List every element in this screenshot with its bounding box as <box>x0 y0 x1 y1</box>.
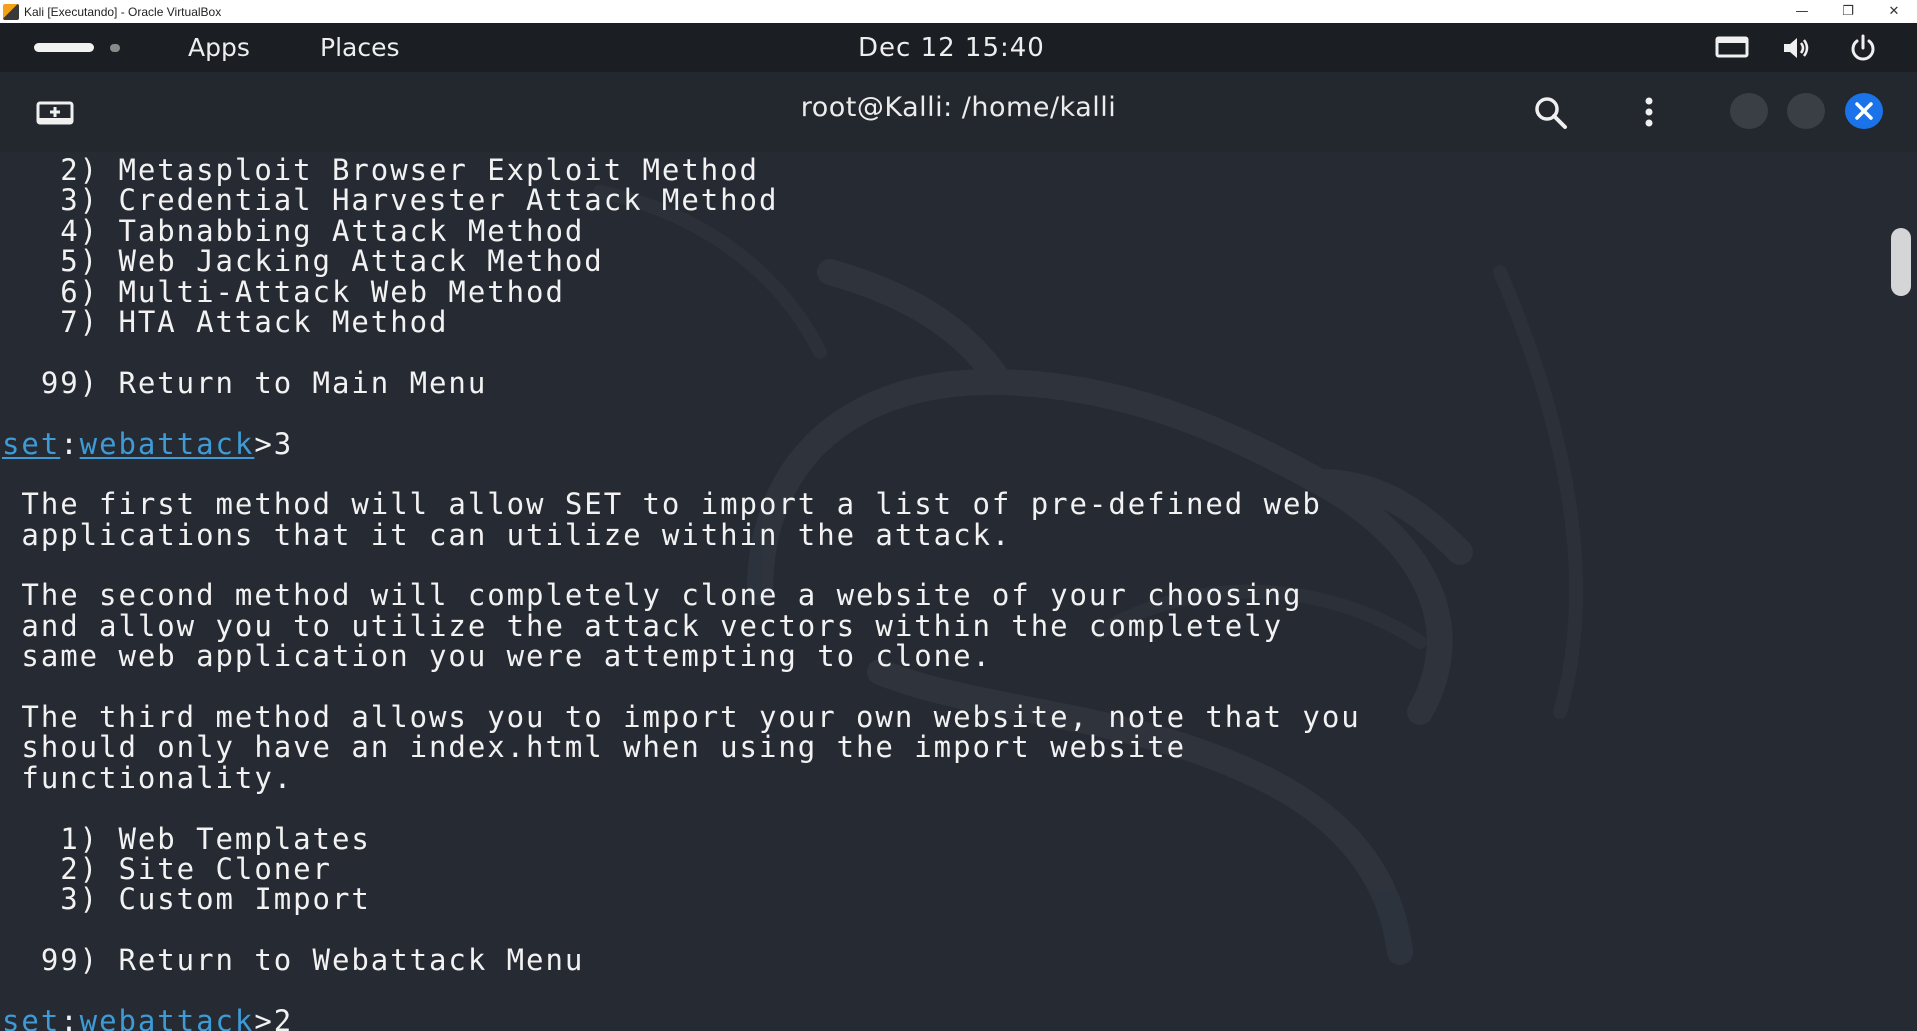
prompt-module-label: webattack <box>79 426 255 461</box>
close-button[interactable] <box>1845 93 1883 129</box>
terminal-output-line: 99) Return to Main Menu <box>2 365 488 400</box>
terminal-output-line: applications that it can utilize within … <box>2 517 1012 552</box>
host-minimize-button[interactable]: — <box>1779 0 1825 23</box>
display-icon[interactable] <box>1715 33 1749 63</box>
places-menu[interactable]: Places <box>320 32 400 64</box>
terminal-output-line: 99) Return to Webattack Menu <box>2 943 585 978</box>
workspace-indicator[interactable] <box>110 44 120 52</box>
terminal-output: 2) Metasploit Browser Exploit Method 3) … <box>2 155 1361 1031</box>
terminal-prompt-line: set:webattack>3 <box>2 426 1361 461</box>
maximize-button[interactable] <box>1787 93 1825 129</box>
virtualbox-app-icon <box>3 3 19 20</box>
minimize-button[interactable] <box>1730 93 1768 129</box>
host-window-titlebar: Kali [Executando] - Oracle VirtualBox — … <box>0 0 1917 24</box>
prompt-set-label: set <box>2 426 61 461</box>
terminal-output-line: 5) Web Jacking Attack Method <box>2 244 604 279</box>
prompt-separator: : <box>60 1003 80 1031</box>
activities-indicator[interactable] <box>34 43 94 52</box>
host-close-button[interactable]: ✕ <box>1871 0 1917 23</box>
scrollbar-thumb[interactable] <box>1891 228 1911 296</box>
terminal-output-line: functionality. <box>2 760 294 795</box>
terminal-output-line: 3) Custom Import <box>2 882 371 917</box>
terminal-output-line: The first method will allow SET to impor… <box>2 487 1322 522</box>
prompt-module-label: webattack <box>79 1003 255 1031</box>
terminal-output-line: and allow you to utilize the attack vect… <box>2 608 1284 643</box>
terminal-output-line: should only have an index.html when usin… <box>2 730 1186 765</box>
terminal-output-line: 2) Site Cloner <box>2 851 332 886</box>
host-restore-button[interactable]: ❐ <box>1825 0 1871 23</box>
terminal-output-line: same web application you were attempting… <box>2 639 992 674</box>
top-panel: Apps Places Dec 12 15:40 <box>0 23 1917 72</box>
menu-icon[interactable] <box>1635 96 1663 130</box>
terminal-output-line: 3) Credential Harvester Attack Method <box>2 183 779 218</box>
terminal-output-line: The third method allows you to import yo… <box>2 700 1361 735</box>
terminal-output-line: 4) Tabnabbing Attack Method <box>2 213 585 248</box>
apps-menu[interactable]: Apps <box>188 32 250 64</box>
terminal-output-line: 6) Multi-Attack Web Method <box>2 274 565 309</box>
power-icon[interactable] <box>1846 33 1880 63</box>
terminal-headerbar: root@Kalli: /home/kalli <box>0 72 1917 152</box>
terminal-title: root@Kalli: /home/kalli <box>800 92 1117 123</box>
prompt-set-label: set <box>2 1003 61 1031</box>
prompt-separator: : <box>60 426 80 461</box>
search-icon[interactable] <box>1533 96 1569 130</box>
terminal-output-line: 2) Metasploit Browser Exploit Method <box>2 153 759 187</box>
prompt-input: >3 <box>254 426 294 461</box>
volume-icon[interactable] <box>1780 33 1814 63</box>
terminal-output-line: 7) HTA Attack Method <box>2 304 449 339</box>
panel-clock[interactable]: Dec 12 15:40 <box>858 32 1045 64</box>
terminal-output-line: The second method will completely clone … <box>2 578 1303 613</box>
terminal-prompt-line: set:webattack>2 <box>2 1006 1361 1031</box>
terminal-output-line: 1) Web Templates <box>2 821 371 856</box>
prompt-input: >2 <box>254 1003 294 1031</box>
terminal-viewport[interactable]: 2) Metasploit Browser Exploit Method 3) … <box>0 152 1917 1031</box>
host-window-title: Kali [Executando] - Oracle VirtualBox <box>24 4 222 19</box>
close-icon <box>1855 102 1873 120</box>
